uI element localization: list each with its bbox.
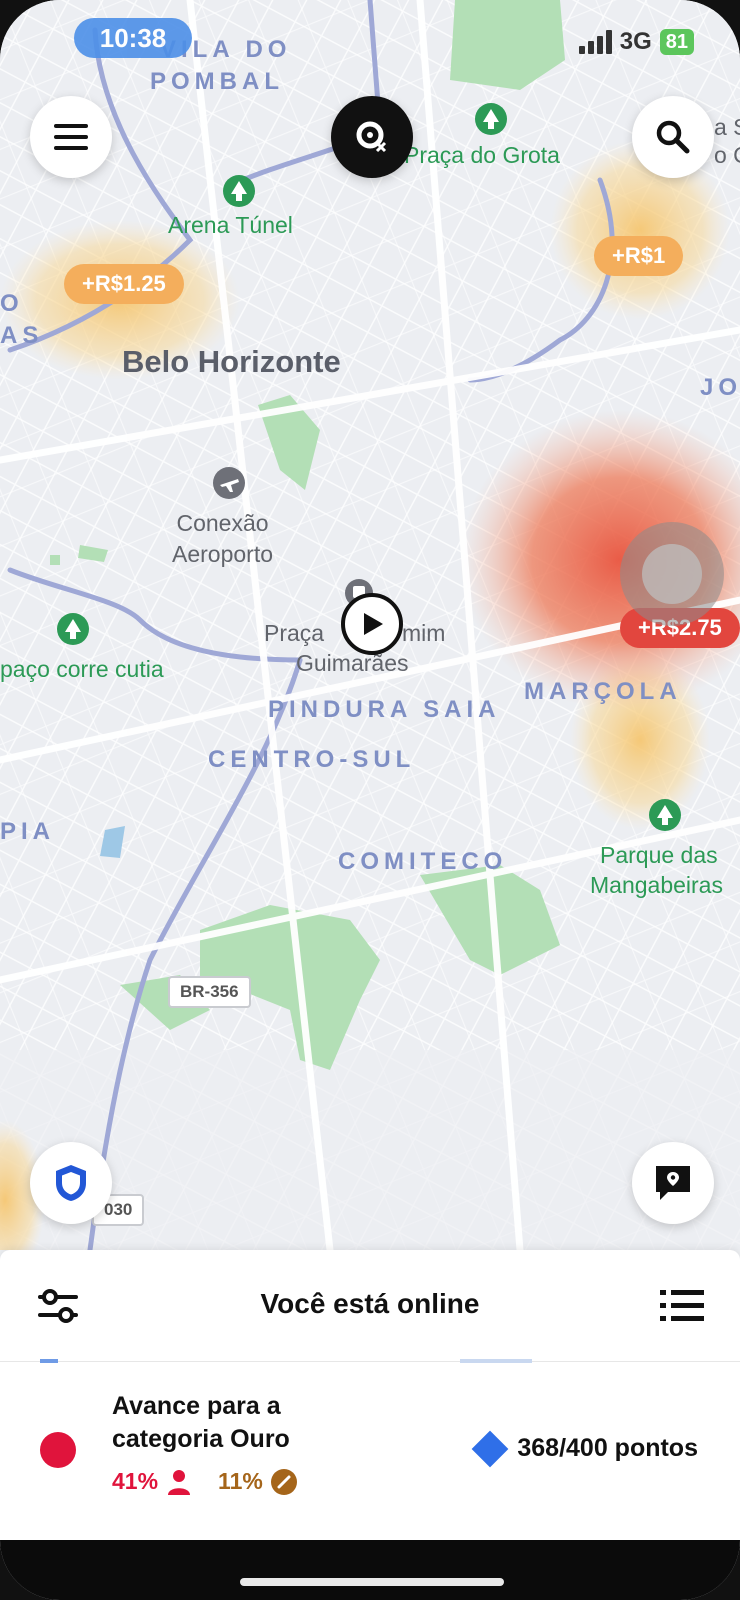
navigation-arrow-icon [341, 593, 403, 655]
map-report-button[interactable] [632, 1142, 714, 1224]
safety-toolkit-button[interactable] [30, 1142, 112, 1224]
district-label: JO [700, 374, 740, 401]
poi-label: Conexão Aeroporto [172, 508, 273, 570]
tier-stats: 41% 11% [112, 1468, 297, 1495]
search-icon [656, 120, 690, 154]
district-label: AS [0, 322, 44, 349]
person-icon [166, 1469, 192, 1495]
driver-marker [620, 522, 724, 626]
map-report-icon [656, 1166, 690, 1200]
destination-filter-icon [356, 121, 387, 153]
destination-filter-button[interactable] [331, 96, 413, 178]
park-label: Parque das [600, 842, 718, 868]
tier-badge-icon [40, 1432, 76, 1468]
park-pin-icon [648, 798, 682, 837]
surge-tag[interactable]: +R$1.25 [64, 264, 184, 304]
phone-screen: VILA DO POMBAL PINDURA SAIA CENTRO-SUL C… [0, 0, 740, 1600]
park-pin-icon [56, 612, 90, 651]
rewards-tier-row[interactable]: Avance para a categoria Ouro 41% 11% 368… [0, 1362, 740, 1538]
driver-status-panel: Você está online Avance para a categoria… [0, 1250, 740, 1540]
battery-indicator: 81 [659, 29, 694, 55]
status-indicators: 3G 81 [578, 28, 694, 56]
tier-title: Avance para a categoria Ouro [112, 1392, 290, 1453]
park-label: Arena Túnel [168, 212, 293, 238]
online-status-title: Você está online [260, 1288, 480, 1319]
poi-label: mim [402, 620, 446, 646]
airport-pin-icon [212, 466, 246, 505]
status-time: 10:38 [74, 18, 192, 58]
road-sign: BR-356 [168, 976, 251, 1008]
panel-header: Você está online [0, 1250, 740, 1363]
poi-label: Guimarães [296, 650, 409, 676]
district-label: MARÇOLA [524, 678, 682, 705]
network-label: 3G [619, 28, 652, 55]
trip-list-button[interactable] [660, 1286, 704, 1326]
city-label: Belo Horizonte [122, 344, 341, 379]
park-label: Praça do Grota [404, 142, 560, 168]
park-label: paço corre cutia [0, 656, 164, 682]
park-pin-icon [474, 102, 508, 141]
system-bottom-bar [0, 1540, 740, 1600]
cancellation-rate: 11% [218, 1468, 263, 1494]
points-summary: 368/400 pontos [471, 1430, 698, 1467]
district-label: PIA [0, 818, 56, 845]
home-indicator[interactable] [240, 1578, 504, 1586]
park-pin-icon [222, 174, 256, 213]
points-label: 368/400 pontos [517, 1434, 698, 1462]
poi-label: Praça [264, 620, 325, 646]
acceptance-rate: 41% [112, 1468, 159, 1494]
district-label: COMITECO [338, 848, 508, 875]
park-label: Mangabeiras [590, 872, 723, 898]
menu-button[interactable] [30, 96, 112, 178]
search-button[interactable] [632, 96, 714, 178]
shield-icon [56, 1165, 86, 1201]
edge-label: o G [714, 142, 740, 168]
surge-tag[interactable]: +R$1 [594, 236, 684, 276]
poi-label-line: Conexão [176, 510, 269, 536]
poi-label-line: Aeroporto [172, 541, 274, 567]
list-icon [660, 1290, 704, 1321]
cancel-icon [270, 1468, 297, 1495]
edge-label: a S [714, 114, 740, 140]
district-label: POMBAL [150, 68, 284, 95]
signal-icon [578, 30, 612, 54]
diamond-icon [471, 1430, 509, 1467]
district-label: PINDURA SAIA [268, 696, 501, 723]
driver-marker-core [642, 544, 702, 604]
district-label: O [0, 290, 24, 317]
menu-icon [54, 124, 88, 150]
district-label: CENTRO-SUL [208, 746, 416, 773]
